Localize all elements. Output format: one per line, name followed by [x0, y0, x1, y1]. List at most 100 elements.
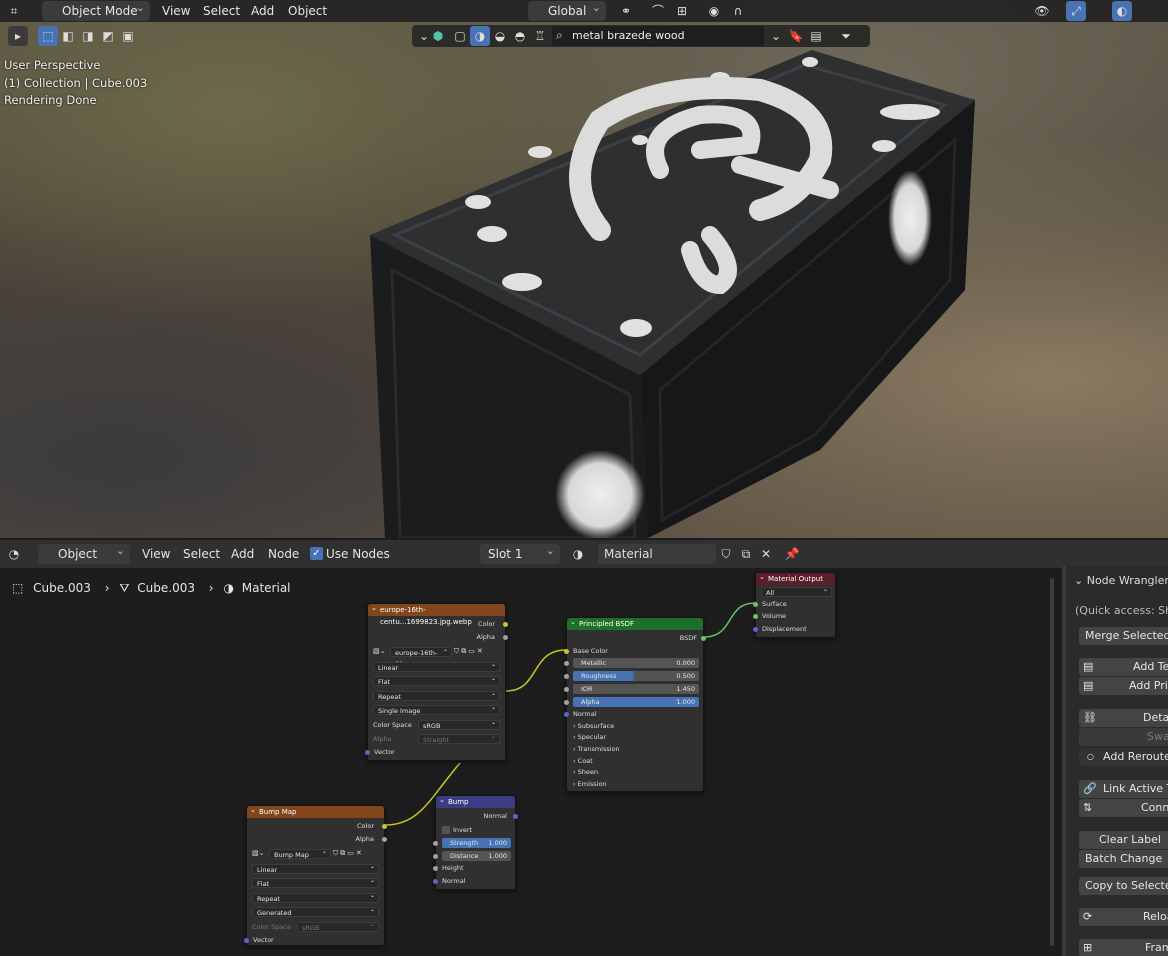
color-space-dropdown[interactable]: sRGB	[418, 718, 500, 730]
detach-button[interactable]: ⛓ Detac	[1079, 709, 1168, 727]
alpha-field[interactable]: Alpha 1.000	[573, 697, 699, 707]
socket-alpha[interactable]	[564, 700, 569, 705]
asset-icon[interactable]: ♖	[530, 26, 550, 46]
source-dropdown[interactable]: Single Image	[373, 703, 500, 715]
socket-distance[interactable]	[433, 854, 438, 859]
use-nodes-checkbox[interactable]: ✓	[310, 547, 323, 560]
canvas-scrollbar[interactable]	[1050, 578, 1054, 946]
node-canvas[interactable]: ⬚ Cube.003 › ⛛ Cube.003 › ◑ Material eur…	[0, 568, 1060, 956]
snap-icon[interactable]: ⌒	[648, 1, 668, 21]
proportional-edit-icon[interactable]: ◉	[704, 1, 724, 21]
material-preview-icon[interactable]: ⬢	[428, 26, 448, 46]
node-menu-node[interactable]: Node	[268, 544, 299, 564]
image-browse-icon[interactable]: ▧⌄	[252, 849, 266, 859]
slot-dropdown[interactable]: Slot 1	[480, 541, 560, 564]
add-texture-button[interactable]: ▤ Add Te	[1079, 658, 1168, 676]
material-output-node[interactable]: Material Output All Surface Volume Displ…	[753, 571, 836, 638]
interpolation-dropdown[interactable]: Linear	[252, 862, 379, 874]
metallic-field[interactable]: Metallic 0.000	[573, 658, 699, 668]
node-mode-dropdown[interactable]: Object	[38, 541, 130, 564]
3d-viewport[interactable]: ⌗ Object Mode View Select Add Object Glo…	[0, 0, 1168, 538]
select-box-new-icon[interactable]: ⬚	[38, 26, 58, 46]
panel-coat[interactable]: › Coat	[573, 756, 593, 766]
object-mode-dropdown[interactable]: Object Mode	[42, 0, 150, 21]
socket-alpha[interactable]	[382, 837, 387, 842]
menu-object[interactable]: Object	[288, 1, 327, 21]
bookmark-icon[interactable]: 🔖	[786, 26, 806, 46]
socket-color[interactable]	[382, 824, 387, 829]
menu-view[interactable]: View	[162, 1, 190, 21]
projection-dropdown[interactable]: Flat	[373, 674, 500, 686]
principled-bsdf-node[interactable]: Principled BSDF BSDF Base Color Metallic…	[564, 616, 706, 792]
socket-normal-out[interactable]	[513, 814, 518, 819]
copy-to-selected-button[interactable]: Copy to Selected	[1079, 877, 1168, 895]
snap-target-icon[interactable]: ⊞	[672, 1, 692, 21]
close-icon[interactable]: ✕	[756, 544, 776, 564]
image-name-field[interactable]: Bump Map	[269, 847, 331, 859]
distance-field[interactable]: Distance 1.000	[442, 851, 511, 861]
node-menu-add[interactable]: Add	[231, 544, 254, 564]
alpha-mode-dropdown[interactable]: Straight	[418, 732, 500, 744]
rendered-shading-icon[interactable]: ◓	[510, 26, 530, 46]
transform-orientation-dropdown[interactable]: Global	[528, 0, 606, 21]
node-title[interactable]: Principled BSDF	[567, 616, 703, 630]
socket-displacement[interactable]	[753, 627, 758, 632]
extension-dropdown[interactable]: Repeat	[373, 689, 500, 701]
socket-metallic[interactable]	[564, 661, 569, 666]
connect-button[interactable]: ⇅ Connec	[1079, 799, 1168, 817]
visibility-icon[interactable]: 👁	[1032, 1, 1052, 21]
invert-checkbox[interactable]	[442, 826, 450, 834]
solid-shading-icon[interactable]: ◑	[470, 26, 490, 46]
add-principled-button[interactable]: ▤ Add Prin	[1079, 677, 1168, 695]
frame-button[interactable]: ⊞ Fram	[1079, 939, 1168, 956]
select-tool-icon[interactable]: ▸	[8, 26, 28, 46]
socket-alpha[interactable]	[503, 635, 508, 640]
link-active-to-button[interactable]: 🔗 Link Active To	[1079, 780, 1168, 798]
reload-button[interactable]: ⟳ Reloa	[1079, 908, 1168, 926]
panel-header[interactable]: ⌄ Node Wrangler	[1074, 574, 1168, 587]
wireframe-icon[interactable]: ▢	[450, 26, 470, 46]
image-actions-icon[interactable]: ⛉⧉▭✕	[454, 647, 485, 656]
image-actions-icon[interactable]: ⛉⧉▭✕	[333, 849, 364, 858]
socket-normal[interactable]	[564, 712, 569, 717]
node-menu-view[interactable]: View	[142, 544, 170, 564]
interpolation-dropdown[interactable]: Linear	[373, 660, 500, 672]
fake-user-shield-icon[interactable]: ⛉	[716, 544, 736, 564]
select-box-extend-icon[interactable]: ◧	[58, 26, 78, 46]
gizmo-icon[interactable]: ⤢	[1066, 1, 1086, 21]
material-browse-icon[interactable]: ◑	[568, 544, 588, 564]
editor-type-icon[interactable]: ⌗	[4, 1, 24, 21]
filter-icon[interactable]: ⏷	[836, 26, 856, 46]
socket-height[interactable]	[433, 866, 438, 871]
node-menu-select[interactable]: Select	[183, 544, 220, 564]
socket-base-color[interactable]	[564, 649, 569, 654]
menu-select[interactable]: Select	[203, 1, 240, 21]
socket-color[interactable]	[503, 622, 508, 627]
socket-vector[interactable]	[365, 750, 370, 755]
merge-selected-button[interactable]: Merge Selected	[1079, 627, 1168, 645]
clear-label-button[interactable]: Clear Label	[1079, 831, 1168, 849]
socket-ior[interactable]	[564, 687, 569, 692]
select-box-invert-icon[interactable]: ◩	[98, 26, 118, 46]
color-space-dropdown[interactable]: sRGB	[297, 920, 379, 932]
bump-map-texture-node[interactable]: Bump Map Color Alpha ▧⌄ Bump Map ⛉⧉▭✕ Li…	[244, 804, 387, 946]
menu-add[interactable]: Add	[251, 1, 274, 21]
panel-sheen[interactable]: › Sheen	[573, 767, 598, 777]
socket-normal-in[interactable]	[433, 879, 438, 884]
add-reroutes-button[interactable]: ○ Add Reroutes	[1079, 748, 1168, 766]
ior-field[interactable]: IOR 1.450	[573, 684, 699, 694]
select-box-subtract-icon[interactable]: ◨	[78, 26, 98, 46]
crate-object[interactable]	[0, 0, 1168, 538]
material-name-field[interactable]: Material	[598, 544, 716, 564]
batch-change-button[interactable]: Batch Change	[1079, 850, 1168, 868]
node-title[interactable]: Bump	[436, 794, 515, 808]
falloff-icon[interactable]: ∩	[728, 1, 748, 21]
socket-surface[interactable]	[753, 602, 758, 607]
node-title[interactable]: Bump Map	[247, 804, 384, 818]
target-dropdown[interactable]: All	[761, 585, 832, 597]
pivot-icon[interactable]: ⚭	[616, 1, 636, 21]
duplicate-icon[interactable]: ⧉	[736, 544, 756, 564]
asset-search-input[interactable]: ⌕ metal brazede wood	[552, 26, 764, 46]
shader-editor-icon[interactable]: ◔	[4, 544, 24, 564]
image-browse-icon[interactable]: ▧⌄	[373, 647, 387, 657]
